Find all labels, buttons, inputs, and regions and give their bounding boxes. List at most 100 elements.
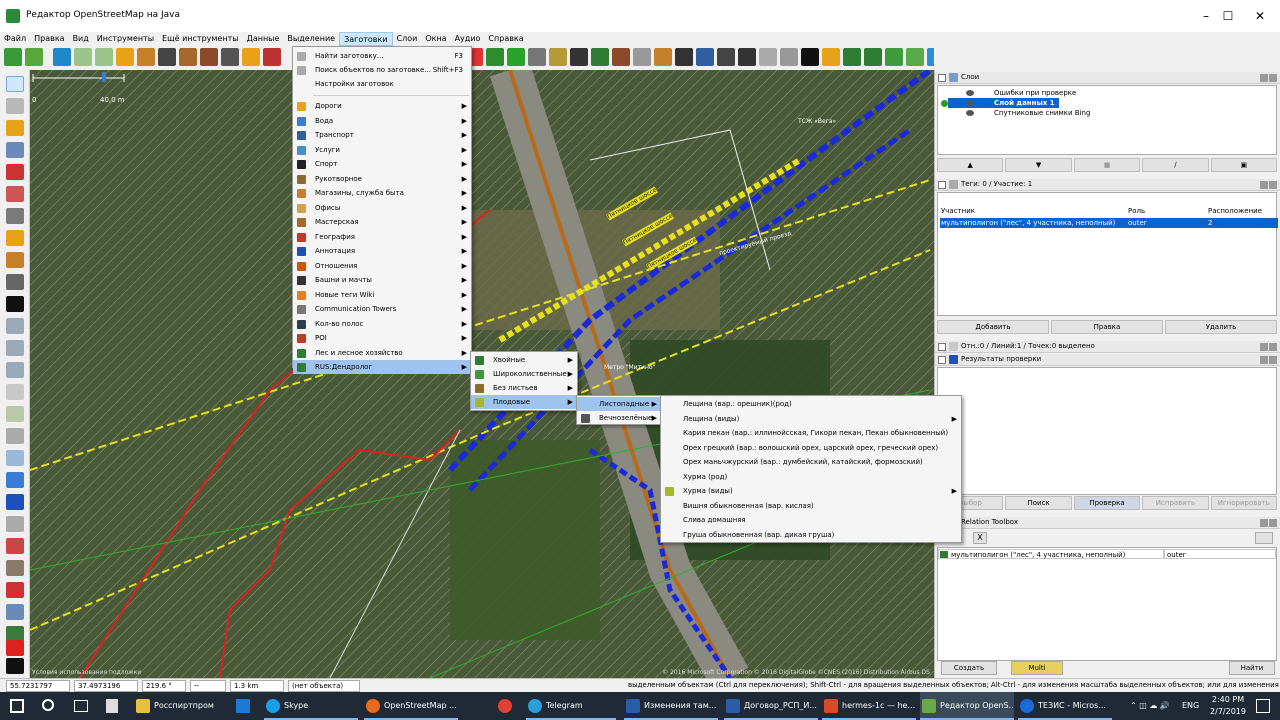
menu-item-preset-group[interactable]: Communication Towers ▶ <box>293 302 471 316</box>
menu-item-tree-species[interactable]: Слива домашняя <box>661 513 961 527</box>
menu-audio[interactable]: Аудио <box>451 32 485 46</box>
menu-item-tree-species[interactable]: Орех маньчжурский (вар.: думбейский, кат… <box>661 455 961 469</box>
taskbar-item-josm[interactable]: Редактор OpenS... <box>920 692 1014 720</box>
fix-button[interactable]: Исправить <box>1142 496 1209 510</box>
menu-layers[interactable]: Слои <box>393 32 422 46</box>
edit-relation-icon[interactable] <box>1255 532 1273 544</box>
lasso-icon[interactable] <box>6 98 24 114</box>
clear-relation-button[interactable]: X <box>973 532 987 544</box>
properties-icon[interactable] <box>6 362 24 378</box>
menu-item-tree-species[interactable]: Кария пекан (вар.: иллинойсская, Гикори … <box>661 426 961 440</box>
preset-wall-icon[interactable] <box>263 48 281 66</box>
layers-panel-header[interactable]: Слои <box>935 72 1280 84</box>
taskbar-item-rosspirtprom[interactable]: Росспиртпром <box>134 692 230 720</box>
taskbar-item-hermes[interactable]: hermes-1c — he... <box>822 692 916 720</box>
menu-item-preset-group[interactable]: Магазины, служба быта ▶ <box>293 186 471 200</box>
menu-item-preset-group[interactable]: Офисы ▶ <box>293 201 471 215</box>
menu-item-fruit[interactable]: Плодовые ▶ <box>471 395 577 409</box>
more-dialogs-icon[interactable] <box>6 658 24 674</box>
history-icon[interactable] <box>6 450 24 466</box>
delete-tag-button[interactable]: Удалить <box>1165 320 1277 334</box>
validate-button[interactable]: Проверка <box>1073 496 1141 510</box>
eye-icon[interactable] <box>966 90 974 96</box>
preset-camera-icon[interactable] <box>780 48 798 66</box>
clock[interactable]: 2:40 PM 2/7/2019 <box>1206 694 1250 718</box>
draw-icon[interactable] <box>6 120 24 136</box>
taskbar-item-firefox[interactable]: OpenStreetMap ... <box>364 692 458 720</box>
selection-panel-header[interactable]: Отн.:0 / Линий:1 / Точек:0 выделено <box>935 341 1280 353</box>
language-indicator[interactable]: ENG <box>1182 692 1199 720</box>
validator-check-icon[interactable] <box>6 494 24 510</box>
imagery-icon[interactable] <box>74 48 92 66</box>
preset-bar-icon[interactable] <box>675 48 693 66</box>
select-mode-icon[interactable] <box>6 76 24 92</box>
upload-icon[interactable] <box>25 48 43 66</box>
menu-windows[interactable]: Окна <box>421 32 450 46</box>
preset-clothes-icon[interactable] <box>696 48 714 66</box>
menu-selection[interactable]: Выделение <box>283 32 339 46</box>
tray-icons[interactable]: ⌃ ◫ ☁ 🔊 <box>1130 692 1170 720</box>
preset-grass-icon[interactable] <box>906 48 924 66</box>
notes-icon[interactable] <box>6 582 24 598</box>
panel-window-buttons[interactable] <box>1259 181 1277 189</box>
eye-icon[interactable] <box>966 100 974 106</box>
extrude-icon[interactable] <box>6 208 24 224</box>
chrome-icon[interactable] <box>498 699 512 713</box>
parallel-mode-icon[interactable] <box>6 186 24 202</box>
improve-way-icon[interactable] <box>6 230 24 246</box>
menu-tools[interactable]: Инструменты <box>93 32 158 46</box>
layers-icon[interactable] <box>6 406 24 422</box>
taskbar-item-skype[interactable]: Skype <box>264 692 358 720</box>
imagery-adjust-icon[interactable] <box>6 604 24 620</box>
ignore-button[interactable]: Игнорировать <box>1210 496 1278 510</box>
taskbar-item-telegram[interactable]: Telegram <box>526 692 616 720</box>
menu-item-leafless[interactable]: Без листьев ▶ <box>471 381 577 395</box>
taskbar-item-tezis[interactable]: ТЕЗИС - Micros... <box>1018 692 1112 720</box>
menu-item-preset-group[interactable]: Отношения ▶ <box>293 259 471 273</box>
store-icon[interactable] <box>236 699 250 713</box>
relations-icon[interactable] <box>6 538 24 554</box>
notifications-icon[interactable] <box>1256 699 1270 713</box>
windows-start-icon[interactable] <box>10 699 24 713</box>
menu-view[interactable]: Вид <box>69 32 93 46</box>
menu-item-preset-group[interactable]: Рукотворное ▶ <box>293 172 471 186</box>
menu-item-tree-species[interactable]: Орех грецкий (вар.: волошский орех, царс… <box>661 441 961 455</box>
eye-icon[interactable] <box>966 110 974 116</box>
preset-car-icon[interactable] <box>158 48 176 66</box>
menu-presets[interactable]: Заготовки <box>339 32 393 46</box>
preset-garage-icon[interactable] <box>221 48 239 66</box>
imagery-offset-icon[interactable] <box>95 48 113 66</box>
phone-icon[interactable] <box>570 48 588 66</box>
collapse-icon[interactable] <box>938 74 946 82</box>
taskbar-item-word-changes[interactable]: Изменения там... <box>624 692 718 720</box>
preset-gate-icon[interactable] <box>242 48 260 66</box>
preset-road-icon[interactable] <box>116 48 134 66</box>
menu-edit[interactable]: Правка <box>30 32 68 46</box>
menu-item-preset-group[interactable]: RUS:Дендролог ▶ <box>293 360 471 374</box>
panel-window-buttons[interactable] <box>1259 343 1277 351</box>
bing-icon[interactable] <box>53 48 71 66</box>
menu-item-tree-species[interactable]: Хурма (род) <box>661 470 961 484</box>
menu-item-tree-species[interactable]: Хурма (виды) ▶ <box>661 484 961 498</box>
preset-industrial-icon[interactable] <box>612 48 630 66</box>
move-down-button[interactable]: ▼ <box>1005 158 1072 172</box>
menu-item-broadleaf[interactable]: Широколиственные ▶ <box>471 367 577 381</box>
preset-restaurant-icon[interactable] <box>654 48 672 66</box>
menu-item-preset-group[interactable]: Аннотация ▶ <box>293 244 471 258</box>
panel-toggle-icon[interactable] <box>6 318 24 334</box>
menu-item-search-by-preset[interactable]: Поиск объектов по заготовке... Shift+F3 <box>293 63 471 77</box>
relation-toolbox-header[interactable]: Relation Toolbox <box>935 517 1280 529</box>
preset-forest-icon[interactable] <box>843 48 861 66</box>
collapse-icon[interactable] <box>938 343 946 351</box>
menu-item-preset-group[interactable]: Вода ▶ <box>293 114 471 128</box>
task-view-icon[interactable] <box>74 700 88 712</box>
menu-item-evergreen[interactable]: Вечнозелёные ▶ <box>577 411 661 425</box>
multi-button[interactable]: Multi <box>1011 661 1063 675</box>
preset-wood-icon[interactable] <box>864 48 882 66</box>
panel-window-buttons[interactable] <box>1259 519 1277 527</box>
download-icon[interactable] <box>4 48 22 66</box>
search-icon[interactable] <box>42 699 54 711</box>
menu-item-preset-settings[interactable]: Настройки заготовок <box>293 77 471 91</box>
layer-data-1[interactable]: Слой данных 1 <box>948 98 1059 108</box>
changeset-icon[interactable] <box>6 560 24 576</box>
